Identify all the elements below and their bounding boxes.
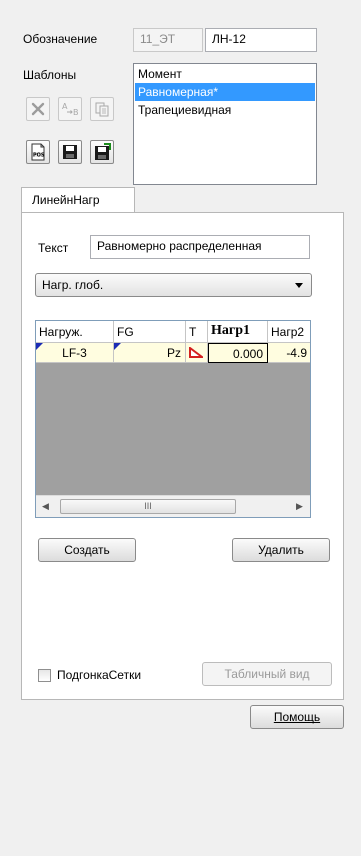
delete-template-button[interactable] bbox=[26, 97, 50, 121]
save-button[interactable] bbox=[58, 140, 82, 164]
scroll-right-icon[interactable]: ▶ bbox=[296, 501, 303, 512]
corner-marker-icon bbox=[114, 343, 121, 350]
designation-code-field: 11_ЭТ bbox=[133, 28, 203, 52]
svg-text:A: A bbox=[62, 102, 68, 111]
save-as-icon bbox=[95, 143, 111, 160]
cell-load1[interactable]: 0.000 bbox=[208, 343, 268, 363]
svg-text:B: B bbox=[73, 108, 79, 117]
table-view-button[interactable]: Табличный вид bbox=[202, 662, 332, 686]
pos-file-icon: POS bbox=[31, 143, 45, 161]
cell-load2[interactable]: -4.9 bbox=[268, 343, 310, 363]
templates-label: Шаблоны bbox=[23, 68, 77, 82]
close-icon bbox=[31, 102, 45, 116]
load-type-value: Нагр. глоб. bbox=[42, 278, 104, 292]
copy-template-button[interactable] bbox=[90, 97, 114, 121]
cell-t[interactable] bbox=[186, 343, 208, 363]
svg-text:POS: POS bbox=[33, 152, 45, 158]
help-label: Помощь bbox=[273, 710, 321, 724]
column-header-load1[interactable]: Нагр1 bbox=[208, 321, 268, 343]
template-item-moment[interactable]: Момент bbox=[135, 65, 315, 83]
scroll-left-icon[interactable]: ◀ bbox=[42, 501, 49, 512]
delete-button[interactable]: Удалить bbox=[232, 538, 330, 562]
save-icon bbox=[63, 145, 77, 159]
template-item-uniform[interactable]: Равномерная* bbox=[135, 83, 315, 101]
save-as-button[interactable] bbox=[90, 140, 114, 164]
text-field[interactable]: Равномерно распределенная bbox=[90, 235, 310, 259]
mesh-fit-label: ПодгонкаСетки bbox=[57, 668, 142, 682]
trapezoid-load-icon bbox=[189, 346, 205, 358]
cell-loading[interactable]: LF-3 bbox=[36, 343, 114, 363]
load-type-select[interactable]: Нагр. глоб. bbox=[35, 273, 312, 297]
copy-icon bbox=[95, 102, 109, 117]
column-header-load2[interactable]: Нагр2 bbox=[268, 321, 310, 343]
loads-grid[interactable]: Нагруж. FG T Нагр1 Нагр2 LF-3 Pz 0.000 -… bbox=[35, 320, 311, 518]
tab-linear-load[interactable]: ЛинейнНагр bbox=[21, 187, 135, 213]
rename-icon: A B bbox=[62, 102, 79, 117]
template-item-trapezoid[interactable]: Трапециевидная bbox=[135, 101, 315, 119]
help-button[interactable]: Помощь bbox=[250, 705, 344, 729]
grid-hscrollbar[interactable]: ◀ III ▶ bbox=[36, 495, 310, 517]
mesh-fit-checkbox[interactable] bbox=[38, 669, 51, 682]
column-header-t[interactable]: T bbox=[186, 321, 208, 343]
column-header-loading[interactable]: Нагруж. bbox=[36, 321, 114, 343]
designation-label: Обозначение bbox=[23, 32, 98, 46]
cell-fg[interactable]: Pz bbox=[114, 343, 186, 363]
chevron-down-icon bbox=[295, 283, 303, 288]
pos-file-button[interactable]: POS bbox=[26, 140, 50, 164]
designation-field[interactable]: ЛН-12 bbox=[205, 28, 317, 52]
create-button[interactable]: Создать bbox=[38, 538, 136, 562]
corner-marker-icon bbox=[36, 343, 43, 350]
column-header-fg[interactable]: FG bbox=[114, 321, 186, 343]
rename-template-button[interactable]: A B bbox=[58, 97, 82, 121]
text-label: Текст bbox=[38, 241, 69, 255]
templates-listbox[interactable]: Момент Равномерная* Трапециевидная bbox=[133, 63, 317, 185]
scroll-thumb[interactable]: III bbox=[60, 499, 236, 514]
